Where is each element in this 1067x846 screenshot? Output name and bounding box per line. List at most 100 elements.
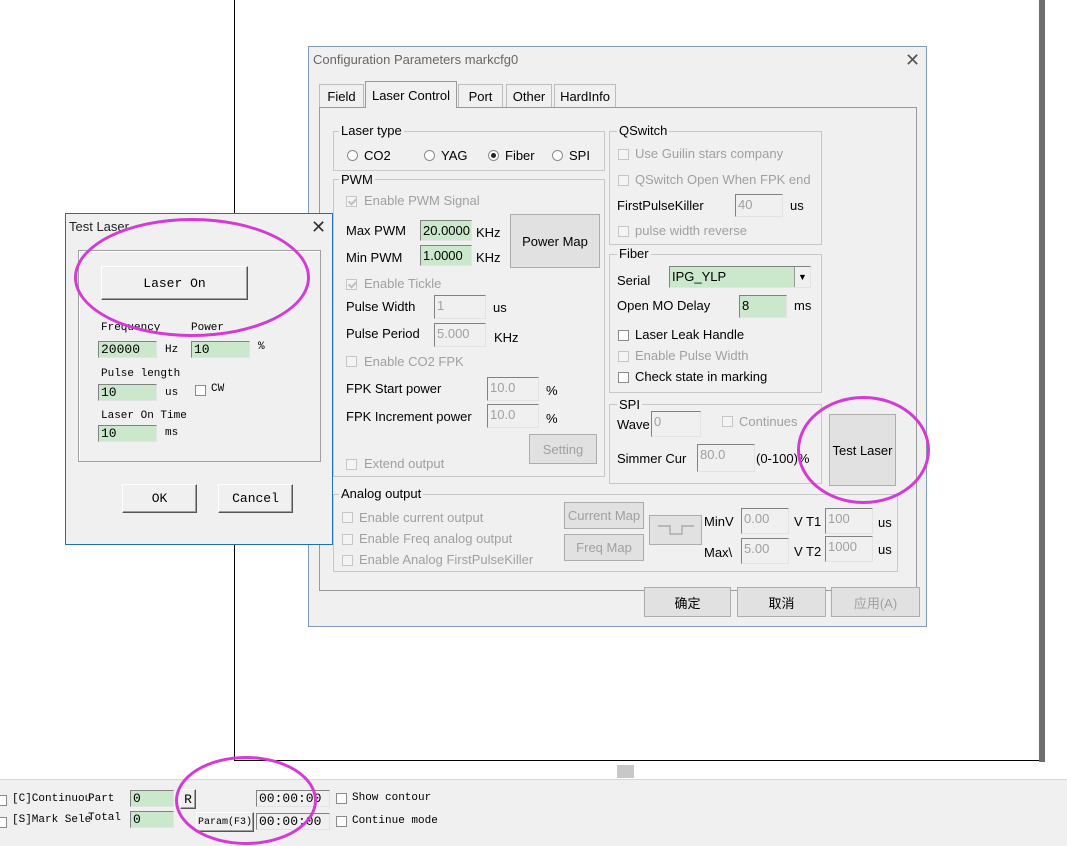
pulse-period-label: Pulse Period: [346, 326, 420, 341]
laser-leak-handle-checkbox[interactable]: [618, 330, 629, 341]
enable-analog-fpk-checkbox[interactable]: [342, 555, 353, 566]
radio-yag[interactable]: [424, 150, 435, 161]
ok-button[interactable]: 确定: [644, 587, 731, 617]
part-input[interactable]: 0: [130, 790, 174, 807]
check-state-checkbox[interactable]: [618, 372, 629, 383]
wave-input[interactable]: 0: [651, 411, 701, 437]
first-pulse-killer-unit: us: [790, 198, 804, 213]
vt2-input[interactable]: 1000: [825, 536, 873, 562]
enable-freq-label: Enable Freq analog output: [359, 531, 513, 546]
enable-current-checkbox[interactable]: [342, 512, 353, 523]
vertical-scrollbar[interactable]: [1039, 0, 1045, 762]
extend-output-checkbox[interactable]: [346, 459, 357, 470]
pulse-width-input[interactable]: 1: [434, 295, 486, 319]
waveform-icon[interactable]: [649, 515, 702, 545]
radio-fiber[interactable]: [488, 150, 499, 161]
show-contour-checkbox[interactable]: [336, 793, 347, 804]
laser-on-time-label: Laser On Time: [101, 410, 187, 422]
radio-yag-label: YAG: [441, 148, 468, 163]
continues-checkbox[interactable]: [722, 416, 733, 427]
serial-select-value: IPG_YLP: [672, 269, 727, 284]
pulse-period-input[interactable]: 5.000: [434, 323, 486, 347]
laser-on-time-input[interactable]: 10: [98, 425, 157, 442]
pulse-length-input[interactable]: 10: [98, 384, 157, 401]
pulse-length-label: Pulse length: [101, 368, 181, 380]
test-laser-title: Test Laser: [69, 219, 129, 234]
serial-select[interactable]: IPG_YLP ▼: [669, 266, 811, 288]
enable-freq-checkbox[interactable]: [342, 534, 353, 545]
tab-other[interactable]: Other: [506, 84, 552, 108]
qswitch-open-fpk-checkbox[interactable]: [618, 175, 629, 186]
vt1-input[interactable]: 100: [825, 508, 873, 534]
pwm-label: PWM: [339, 172, 375, 187]
open-mo-delay-unit: ms: [794, 298, 812, 313]
continue-mode-label: Continue mode: [352, 815, 438, 827]
tab-field[interactable]: Field: [319, 84, 364, 108]
minv-label: MinV: [704, 514, 734, 529]
tab-port[interactable]: Port: [458, 84, 503, 108]
enable-co2-fpk-checkbox[interactable]: [346, 356, 357, 367]
max-pwm-unit: KHz: [476, 225, 501, 240]
continue-mode-checkbox[interactable]: [336, 816, 347, 827]
fpk-increment-input[interactable]: 10.0: [487, 404, 539, 428]
pulse-length-unit: us: [165, 387, 179, 399]
min-pwm-input[interactable]: 1.0000: [420, 245, 472, 266]
test-laser-button[interactable]: Test Laser: [829, 414, 896, 486]
radio-spi[interactable]: [552, 150, 563, 161]
cancel-button[interactable]: 取消: [737, 587, 826, 617]
continuous-checkbox[interactable]: [0, 795, 7, 806]
open-mo-delay-input[interactable]: 8: [739, 295, 787, 318]
pulse-width-reverse-checkbox[interactable]: [618, 226, 629, 237]
pulse-width-label: Pulse Width: [346, 299, 416, 314]
power-map-button[interactable]: Power Map: [510, 214, 600, 268]
radio-fiber-label: Fiber: [505, 148, 535, 163]
enable-pwm-checkbox[interactable]: [346, 196, 357, 207]
use-guilin-checkbox[interactable]: [618, 149, 629, 160]
current-map-button[interactable]: Current Map: [564, 502, 644, 529]
mark-select-label: [S]Mark Sele: [12, 814, 92, 826]
frequency-input[interactable]: 20000: [98, 341, 157, 358]
setting-button[interactable]: Setting: [529, 434, 597, 464]
serial-label: Serial: [617, 273, 651, 288]
qswitch-open-fpk-label: QSwitch Open When FPK end: [635, 172, 811, 187]
close-icon[interactable]: ✕: [311, 218, 326, 236]
cw-label: CW: [211, 383, 225, 395]
horizontal-scroll-thumb[interactable]: [617, 765, 634, 778]
enable-pulse-width-checkbox[interactable]: [618, 351, 629, 362]
param-button[interactable]: Param(F3): [196, 812, 254, 832]
spi-label: SPI: [617, 397, 642, 412]
part-label: Part: [88, 793, 115, 805]
open-mo-delay-label: Open MO Delay: [617, 298, 711, 313]
enable-current-label: Enable current output: [359, 510, 484, 525]
test-cancel-button[interactable]: Cancel: [218, 484, 293, 513]
total-input[interactable]: 0: [130, 811, 174, 828]
power-input[interactable]: 10: [191, 341, 250, 358]
first-pulse-killer-input[interactable]: 40: [735, 194, 783, 217]
time2-display: 00:00:00: [256, 813, 330, 830]
mark-select-checkbox[interactable]: [0, 817, 7, 828]
minv-input[interactable]: 0.00: [741, 508, 789, 534]
vt2-unit: us: [878, 542, 892, 557]
radio-spi-label: SPI: [569, 148, 590, 163]
simmer-cur-input[interactable]: 80.0: [697, 444, 755, 472]
pulse-width-reverse-label: pulse width reverse: [635, 223, 747, 238]
apply-button[interactable]: 应用(A): [831, 587, 920, 617]
chevron-down-icon[interactable]: ▼: [794, 267, 810, 287]
max-pwm-input[interactable]: 20.0000: [420, 220, 472, 241]
enable-tickle-checkbox[interactable]: [346, 279, 357, 290]
r-button[interactable]: R: [180, 789, 196, 809]
radio-co2-label: CO2: [364, 148, 391, 163]
radio-co2[interactable]: [347, 150, 358, 161]
close-icon[interactable]: ✕: [905, 51, 920, 69]
use-guilin-label: Use Guilin stars company: [635, 146, 784, 161]
fpk-start-input[interactable]: 10.0: [487, 377, 539, 401]
config-dialog-title: Configuration Parameters markcfg0: [313, 52, 519, 67]
cw-checkbox[interactable]: [195, 385, 206, 396]
maxv-input[interactable]: 5.00: [741, 538, 789, 564]
tab-laser-control[interactable]: Laser Control: [365, 81, 457, 108]
freq-map-button[interactable]: Freq Map: [564, 534, 644, 561]
frequency-label: Frequency: [101, 322, 161, 334]
laser-on-button[interactable]: Laser On: [101, 266, 248, 300]
tab-hardinfo[interactable]: HardInfo: [554, 84, 616, 108]
test-ok-button[interactable]: OK: [122, 484, 197, 513]
